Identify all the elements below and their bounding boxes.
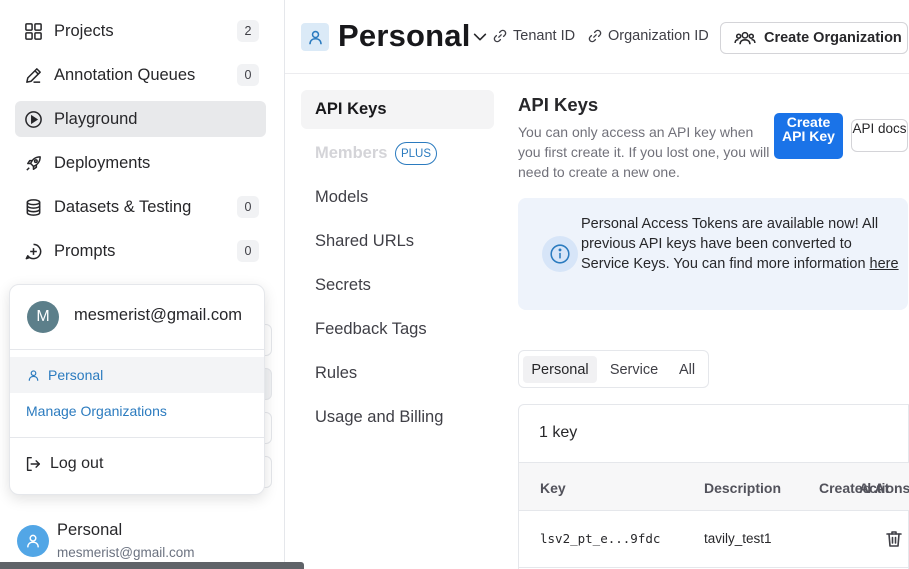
menu-item-label: Personal	[48, 367, 104, 383]
filter-all[interactable]: All	[671, 356, 703, 383]
column-header-actions: Actions	[859, 480, 909, 496]
settings-tab-feedback-tags[interactable]: Feedback Tags	[315, 320, 427, 339]
link-icon	[493, 29, 507, 43]
menu-item-logout[interactable]: Log out	[24, 455, 103, 473]
settings-tab-usage-billing[interactable]: Usage and Billing	[315, 408, 443, 427]
create-api-key-button[interactable]: Create API Key	[774, 113, 843, 159]
menu-item-label: Log out	[50, 455, 104, 472]
section-description: You can only access an API key when you …	[518, 124, 770, 180]
sidebar-item-annotation-queues[interactable]: Annotation Queues 0	[15, 57, 266, 93]
avatar: M	[27, 301, 59, 333]
count-badge: 2	[237, 20, 259, 42]
key-value: lsv2_pt_e...9fdc	[540, 531, 661, 546]
settings-tab-secrets[interactable]: Secrets	[315, 276, 371, 295]
database-icon	[23, 197, 43, 217]
create-organization-label: Create Organization	[764, 30, 902, 46]
organization-id-label: Organization ID	[608, 28, 709, 44]
rocket-icon	[23, 153, 43, 173]
sidebar-item-label: Playground	[54, 109, 138, 128]
key-count: 1 key	[539, 424, 578, 441]
settings-tab-rules[interactable]: Rules	[315, 364, 357, 383]
api-keys-table: 1 key Key Description Created At Actions…	[518, 404, 909, 569]
account-dropdown: M mesmerist@gmail.com Personal Manage Or…	[9, 284, 265, 495]
menu-item-manage-organizations[interactable]: Manage Organizations	[26, 403, 167, 419]
play-circle-icon	[23, 109, 43, 129]
sidebar-item-prompts[interactable]: Prompts 0	[15, 233, 266, 269]
account-email: mesmerist@gmail.com	[74, 306, 243, 324]
user-name[interactable]: Personal	[57, 521, 122, 540]
status-bar	[0, 562, 304, 569]
tenant-id-button[interactable]: Tenant ID	[492, 28, 575, 44]
user-avatar[interactable]	[17, 525, 49, 557]
notice-message: Personal Access Tokens are available now…	[581, 216, 879, 272]
settings-tab-api-keys[interactable]: API Keys	[315, 100, 387, 119]
user-email: mesmerist@gmail.com	[57, 545, 195, 560]
sidebar-item-datasets-testing[interactable]: Datasets & Testing 0	[15, 189, 266, 225]
chevron-down-icon[interactable]	[471, 28, 489, 46]
table-header: Key Description Created At Actions	[519, 462, 909, 511]
count-badge: 0	[237, 64, 259, 86]
key-description: tavily_test1	[704, 531, 772, 546]
filter-personal[interactable]: Personal	[523, 356, 597, 383]
info-icon	[542, 236, 578, 272]
menu-item-personal[interactable]: Personal	[10, 357, 264, 393]
divider	[519, 567, 909, 568]
sidebar-item-projects[interactable]: Projects 2	[15, 13, 266, 49]
sidebar-item-playground[interactable]: Playground	[15, 101, 266, 137]
info-notice: Personal Access Tokens are available now…	[518, 198, 908, 310]
logout-icon	[26, 456, 41, 472]
sidebar-item-deployments[interactable]: Deployments	[15, 145, 266, 181]
notice-text: Personal Access Tokens are available now…	[581, 214, 901, 274]
grid-icon	[23, 21, 43, 41]
settings-tab-members[interactable]: Members	[315, 144, 387, 163]
notice-link[interactable]: here	[870, 256, 899, 272]
column-header-key: Key	[540, 480, 566, 496]
key-type-filter: Personal Service All	[518, 350, 709, 388]
divider	[285, 73, 909, 74]
organization-id-button[interactable]: Organization ID	[587, 28, 709, 44]
settings-tab-shared-urls[interactable]: Shared URLs	[315, 232, 414, 251]
user-icon	[27, 534, 39, 548]
filter-service[interactable]: Service	[603, 356, 665, 383]
count-badge: 0	[237, 240, 259, 262]
sidebar-item-label: Annotation Queues	[54, 65, 196, 84]
page-title: Personal	[338, 18, 471, 53]
pen-icon	[23, 65, 43, 85]
api-docs-button[interactable]: API docs	[851, 119, 908, 152]
plus-badge: PLUS	[395, 142, 437, 165]
sidebar-item-label: Datasets & Testing	[54, 197, 192, 216]
prompt-plus-icon	[23, 241, 43, 261]
tenant-id-label: Tenant ID	[513, 28, 576, 44]
column-header-description: Description	[704, 480, 782, 496]
user-icon	[28, 369, 39, 381]
divider	[10, 349, 264, 350]
sidebar-item-label: Prompts	[54, 241, 116, 260]
users-icon	[734, 31, 756, 45]
count-badge: 0	[237, 196, 259, 218]
user-icon	[308, 30, 322, 44]
section-title: API Keys	[518, 94, 599, 115]
create-organization-button[interactable]: Create Organization	[720, 22, 908, 54]
divider	[10, 437, 264, 438]
trash-icon[interactable]	[884, 529, 904, 549]
link-icon	[588, 29, 602, 43]
org-avatar	[301, 23, 329, 51]
sidebar-item-label: Deployments	[54, 153, 151, 172]
settings-tab-models[interactable]: Models	[315, 188, 368, 207]
sidebar-item-label: Projects	[54, 21, 114, 40]
